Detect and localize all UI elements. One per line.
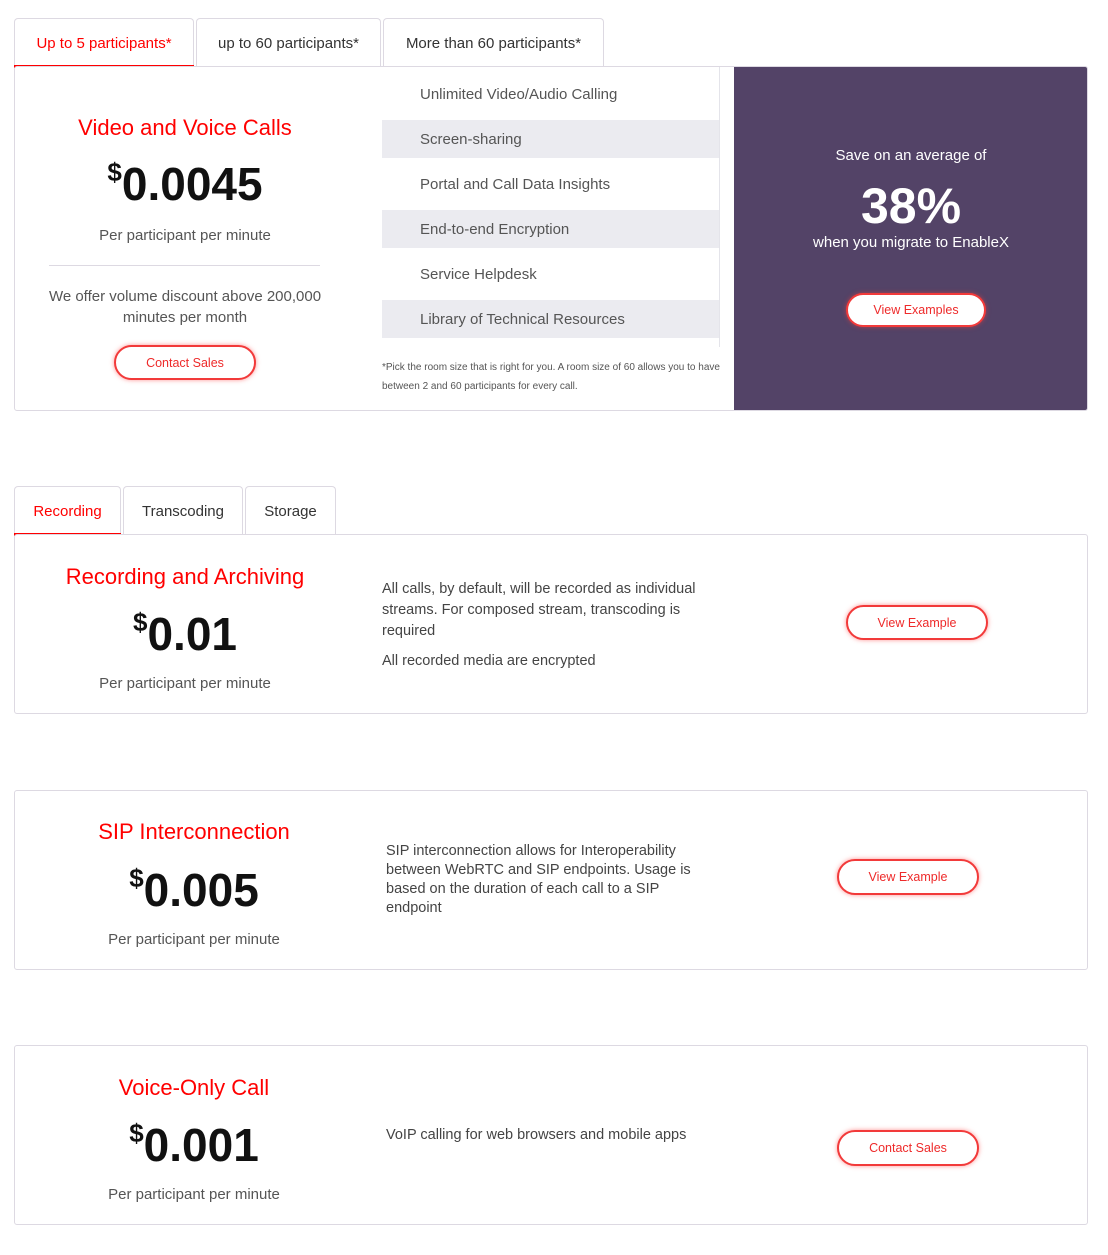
volume-discount-note: We offer volume discount above 200,000 m… — [48, 288, 322, 326]
contact-sales-button[interactable]: Contact Sales — [114, 345, 256, 380]
video-voice-price: $0.0045 — [15, 158, 355, 210]
currency-symbol: $ — [107, 157, 122, 187]
video-voice-pricing-card: Video and Voice Calls $0.0045 Per partic… — [14, 66, 1088, 411]
tab-recording[interactable]: Recording — [14, 486, 121, 536]
price-amount: 0.001 — [143, 1119, 259, 1171]
voice-only-contact-sales-button[interactable]: Contact Sales — [837, 1130, 979, 1166]
voice-only-description: VoIP calling for web browsers and mobile… — [386, 1127, 687, 1143]
feature-item: Screen-sharing — [382, 120, 719, 158]
sip-view-example-button[interactable]: View Example — [837, 859, 979, 895]
voice-only-title: Voice-Only Call — [118, 1075, 270, 1100]
participant-tabs: Up to 5 participants* up to 60 participa… — [14, 18, 606, 68]
voice-only-unit: Per participant per minute — [108, 1186, 280, 1203]
sip-description: SIP interconnection allows for Interoper… — [386, 843, 691, 916]
sip-price: $0.005 — [15, 864, 373, 916]
recording-view-example-button[interactable]: View Example — [846, 605, 988, 640]
price-amount: 0.005 — [143, 864, 259, 916]
feature-item: Service Helpdesk — [420, 265, 537, 283]
recording-encryption-note: All recorded media are encrypted — [382, 653, 596, 669]
recording-unit: Per participant per minute — [99, 675, 271, 692]
savings-percent: 38% — [860, 178, 962, 234]
sip-unit: Per participant per minute — [108, 931, 280, 948]
price-amount: 0.0045 — [121, 158, 263, 210]
recording-description: All calls, by default, will be recorded … — [382, 581, 696, 639]
recording-title: Recording and Archiving — [65, 564, 305, 589]
recording-pricing-card: Recording and Archiving $0.01 Per partic… — [14, 534, 1088, 714]
voice-only-pricing-card: Voice-Only Call $0.001 Per participant p… — [14, 1045, 1088, 1225]
view-examples-button[interactable]: View Examples — [846, 293, 986, 327]
savings-outro: when you migrate to EnableX — [813, 234, 1009, 251]
feature-item: Unlimited Video/Audio Calling — [420, 85, 618, 103]
feature-item: End-to-end Encryption — [382, 210, 719, 248]
feature-list: Unlimited Video/Audio Calling Screen-sha… — [382, 67, 720, 347]
tab-storage[interactable]: Storage — [245, 486, 336, 535]
feature-item: Portal and Call Data Insights — [420, 175, 611, 193]
feature-item: Library of Technical Resources — [382, 300, 719, 338]
video-voice-title: Video and Voice Calls — [78, 115, 292, 140]
tab-up-to-5[interactable]: Up to 5 participants* — [14, 18, 194, 68]
sip-pricing-card: SIP Interconnection $0.005 Per participa… — [14, 790, 1088, 970]
tab-up-to-60[interactable]: up to 60 participants* — [196, 18, 381, 67]
media-tabs: Recording Transcoding Storage — [14, 486, 338, 536]
sip-title: SIP Interconnection — [98, 819, 290, 844]
currency-symbol: $ — [133, 607, 148, 637]
price-amount: 0.01 — [147, 608, 237, 660]
room-size-footnote: *Pick the room size that is right for yo… — [382, 362, 720, 392]
savings-panel: Save on an average of 38% when you migra… — [734, 67, 1087, 410]
tab-more-than-60[interactable]: More than 60 participants* — [383, 18, 604, 67]
savings-intro: Save on an average of — [835, 147, 987, 164]
divider — [49, 265, 320, 266]
video-voice-unit: Per participant per minute — [99, 227, 271, 244]
tab-transcoding[interactable]: Transcoding — [123, 486, 243, 535]
currency-symbol: $ — [129, 1118, 144, 1148]
currency-symbol: $ — [129, 863, 144, 893]
voice-only-price: $0.001 — [15, 1119, 373, 1171]
recording-price: $0.01 — [15, 608, 355, 660]
